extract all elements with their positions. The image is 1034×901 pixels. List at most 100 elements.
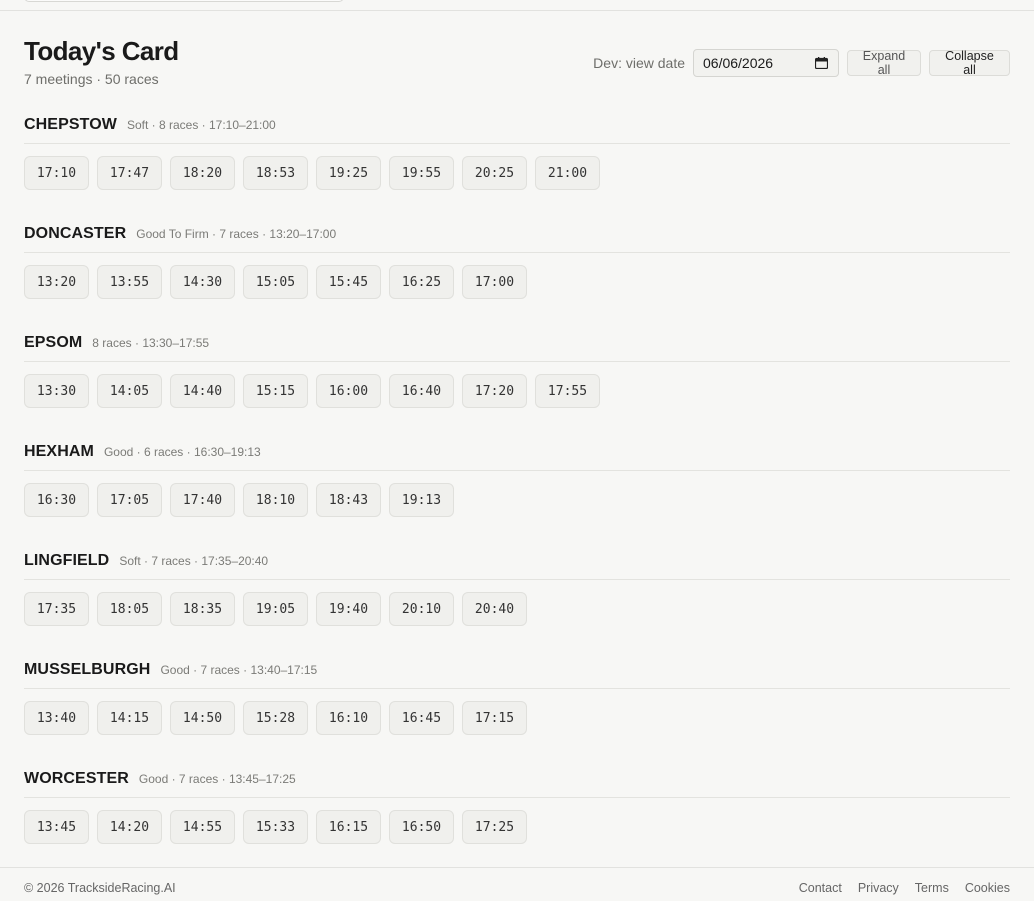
race-time-button[interactable]: 17:05 xyxy=(97,483,162,517)
race-time-button[interactable]: 21:00 xyxy=(535,156,600,190)
race-time-button[interactable]: 14:30 xyxy=(170,265,235,299)
top-search-field[interactable] xyxy=(24,0,344,2)
race-time-button[interactable]: 17:10 xyxy=(24,156,89,190)
race-time-button[interactable]: 18:35 xyxy=(170,592,235,626)
meeting-musselburgh: MUSSELBURGH Good · 7 races · 13:40–17:15 1… xyxy=(24,659,1010,768)
race-time-button[interactable]: 13:45 xyxy=(24,810,89,844)
race-times-row: 13:30 14:05 14:40 15:15 16:00 16:40 17:20 17:55 xyxy=(24,374,600,408)
footer-link-cookies[interactable]: Cookies xyxy=(965,881,1010,895)
footer-links: Contact Privacy Terms Cookies xyxy=(799,881,1010,895)
race-time-button[interactable]: 13:40 xyxy=(24,701,89,735)
race-time-button[interactable]: 19:25 xyxy=(316,156,381,190)
meeting-header[interactable]: CHEPSTOW Soft · 8 races · 17:10–21:00 xyxy=(24,114,1010,144)
race-time-button[interactable]: 18:43 xyxy=(316,483,381,517)
meeting-header[interactable]: WORCESTER Good · 7 races · 13:45–17:25 xyxy=(24,768,1010,798)
race-time-button[interactable]: 18:10 xyxy=(243,483,308,517)
meeting-meta: Good · 7 races · 13:40–17:15 xyxy=(160,663,318,677)
race-time-button[interactable]: 18:53 xyxy=(243,156,308,190)
meeting-meta: Soft · 7 races · 17:35–20:40 xyxy=(119,554,269,568)
race-time-button[interactable]: 17:15 xyxy=(462,701,527,735)
race-time-button[interactable]: 17:35 xyxy=(24,592,89,626)
race-time-button[interactable]: 14:40 xyxy=(170,374,235,408)
race-time-button[interactable]: 17:25 xyxy=(462,810,527,844)
race-time-button[interactable]: 19:40 xyxy=(316,592,381,626)
race-time-button[interactable]: 14:20 xyxy=(97,810,162,844)
meeting-header[interactable]: EPSOM 8 races · 13:30–17:55 xyxy=(24,332,1010,362)
race-time-button[interactable]: 13:30 xyxy=(24,374,89,408)
meeting-meta: 8 races · 13:30–17:55 xyxy=(92,336,210,350)
race-time-button[interactable]: 16:10 xyxy=(316,701,381,735)
race-time-button[interactable]: 17:47 xyxy=(97,156,162,190)
footer: © 2026 TracksideRacing.AI Contact Privacy… xyxy=(0,867,1034,901)
race-time-button[interactable]: 16:40 xyxy=(389,374,454,408)
meetings-list: CHEPSTOW Soft · 8 races · 17:10–21:00 17:1… xyxy=(24,114,1010,877)
race-time-button[interactable]: 14:15 xyxy=(97,701,162,735)
race-time-button[interactable]: 14:05 xyxy=(97,374,162,408)
race-time-button[interactable]: 20:10 xyxy=(389,592,454,626)
meeting-meta: Good · 7 races · 13:45–17:25 xyxy=(138,772,296,786)
race-time-button[interactable]: 17:55 xyxy=(535,374,600,408)
race-time-button[interactable]: 16:45 xyxy=(389,701,454,735)
footer-link-privacy[interactable]: Privacy xyxy=(858,881,899,895)
dev-view-date-label: Dev: view date xyxy=(593,55,685,71)
view-date-value: 06/06/2026 xyxy=(703,55,774,71)
race-time-button[interactable]: 13:55 xyxy=(97,265,162,299)
meeting-name: MUSSELBURGH xyxy=(24,661,151,678)
view-date-input[interactable]: 06/06/2026 xyxy=(693,49,839,77)
page-header: Today's Card 7 meetings · 50 races Dev: … xyxy=(24,36,1010,92)
meeting-hexham: HEXHAM Good · 6 races · 16:30–19:13 16:30 1… xyxy=(24,441,1010,550)
meeting-epsom: EPSOM 8 races · 13:30–17:55 13:30 14:05 14:4… xyxy=(24,332,1010,441)
copyright: © 2026 TracksideRacing.AI xyxy=(24,881,176,895)
race-time-button[interactable]: 19:13 xyxy=(389,483,454,517)
race-times-row: 13:20 13:55 14:30 15:05 15:45 16:25 17:00 xyxy=(24,265,527,299)
meeting-name: DONCASTER xyxy=(24,225,127,242)
race-time-button[interactable]: 17:40 xyxy=(170,483,235,517)
race-time-button[interactable]: 14:55 xyxy=(170,810,235,844)
meeting-header[interactable]: DONCASTER Good To Firm · 7 races · 13:20–… xyxy=(24,223,1010,253)
race-time-button[interactable]: 15:05 xyxy=(243,265,308,299)
expand-all-button[interactable]: Expand all xyxy=(847,49,921,77)
meeting-meta: Soft · 8 races · 17:10–21:00 xyxy=(126,118,276,132)
race-time-button[interactable]: 16:50 xyxy=(389,810,454,844)
race-time-button[interactable]: 15:28 xyxy=(243,701,308,735)
meeting-lingfield: LINGFIELD Soft · 7 races · 17:35–20:40 17:… xyxy=(24,550,1010,659)
race-times-row: 17:10 17:47 18:20 18:53 19:25 19:55 20:25 21:00 xyxy=(24,156,600,190)
calendar-icon[interactable] xyxy=(815,57,828,69)
race-times-row: 13:40 14:15 14:50 15:28 16:10 16:45 17:15 xyxy=(24,701,527,735)
footer-link-contact[interactable]: Contact xyxy=(799,881,842,895)
footer-link-terms[interactable]: Terms xyxy=(915,881,949,895)
meeting-name: CHEPSTOW xyxy=(24,116,117,133)
meeting-doncaster: DONCASTER Good To Firm · 7 races · 13:20–… xyxy=(24,223,1010,332)
race-time-button[interactable]: 18:05 xyxy=(97,592,162,626)
race-time-button[interactable]: 19:55 xyxy=(389,156,454,190)
race-time-button[interactable]: 16:30 xyxy=(24,483,89,517)
race-time-button[interactable]: 14:50 xyxy=(170,701,235,735)
race-times-row: 13:45 14:20 14:55 15:33 16:15 16:50 17:25 xyxy=(24,810,527,844)
meeting-header[interactable]: MUSSELBURGH Good · 7 races · 13:40–17:15 xyxy=(24,659,1010,689)
race-time-button[interactable]: 17:20 xyxy=(462,374,527,408)
meeting-meta: Good To Firm · 7 races · 13:20–17:00 xyxy=(136,227,337,241)
race-time-button[interactable]: 19:05 xyxy=(243,592,308,626)
meeting-meta: Good · 6 races · 16:30–19:13 xyxy=(103,445,261,459)
meeting-name: LINGFIELD xyxy=(24,552,110,569)
race-time-button[interactable]: 17:00 xyxy=(462,265,527,299)
race-time-button[interactable]: 15:45 xyxy=(316,265,381,299)
meeting-name: WORCESTER xyxy=(24,770,129,787)
page-subtitle: 7 meetings · 50 races xyxy=(24,71,159,87)
race-time-button[interactable]: 16:25 xyxy=(389,265,454,299)
race-time-button[interactable]: 13:20 xyxy=(24,265,89,299)
race-time-button[interactable]: 20:40 xyxy=(462,592,527,626)
race-time-button[interactable]: 16:00 xyxy=(316,374,381,408)
page-title: Today's Card xyxy=(24,36,179,66)
meeting-worcester: WORCESTER Good · 7 races · 13:45–17:25 13:… xyxy=(24,768,1010,877)
race-time-button[interactable]: 15:15 xyxy=(243,374,308,408)
collapse-all-button[interactable]: Collapse all xyxy=(929,49,1010,77)
race-time-button[interactable]: 18:20 xyxy=(170,156,235,190)
race-time-button[interactable]: 15:33 xyxy=(243,810,308,844)
meeting-header[interactable]: HEXHAM Good · 6 races · 16:30–19:13 xyxy=(24,441,1010,471)
race-times-row: 17:35 18:05 18:35 19:05 19:40 20:10 20:40 xyxy=(24,592,527,626)
meeting-chepstow: CHEPSTOW Soft · 8 races · 17:10–21:00 17:1… xyxy=(24,114,1010,223)
meeting-header[interactable]: LINGFIELD Soft · 7 races · 17:35–20:40 xyxy=(24,550,1010,580)
race-time-button[interactable]: 16:15 xyxy=(316,810,381,844)
race-time-button[interactable]: 20:25 xyxy=(462,156,527,190)
